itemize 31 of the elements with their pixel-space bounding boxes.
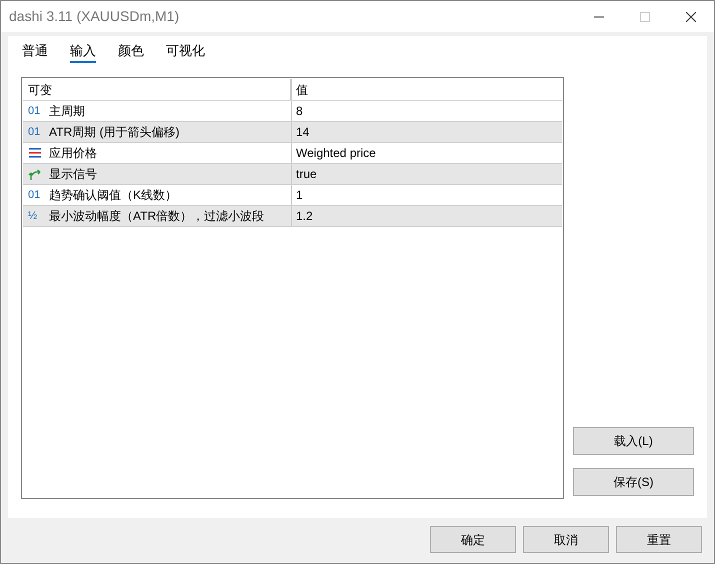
column-header: 值 [295,82,309,98]
parameter-name: 最小波动幅度（ATR倍数），过滤小波段 [49,208,264,225]
parameter-value[interactable]: 1.2 [292,206,562,226]
parameter-name: 趋势确认阈值（K线数） [49,187,178,204]
parameter-name: 应用价格 [49,145,97,162]
number-type-icon: 01 [28,106,42,116]
branch-arrow-icon [28,167,42,181]
number-type-icon: 01 [28,190,42,200]
tab[interactable]: 颜色 [118,41,144,63]
maximize-icon [640,12,650,22]
parameter-name: 显示信号 [49,166,97,183]
side-button[interactable]: 载入(L) [573,427,694,455]
number-type-icon: 01 [28,126,42,138]
parameter-value[interactable]: 8 [292,101,562,121]
parameter-name: ATR周期 (用于箭头偏移) [49,124,180,141]
number-type-icon: ½ [28,210,42,222]
parameter-value[interactable]: Weighted price [292,143,562,163]
side-button[interactable]: 保存(S) [573,468,694,496]
tab[interactable]: 可视化 [166,41,205,63]
dialog-button[interactable]: 重置 [616,526,702,553]
dialog-button[interactable]: 取消 [523,526,609,553]
parameter-value[interactable]: true [292,164,562,184]
parameter-name: 主周期 [49,103,85,120]
close-icon [686,12,696,22]
tab[interactable]: 输入 [70,41,96,63]
window-title: dashi 3.11 (XAUUSDm,M1) [9,7,180,26]
parameter-value[interactable]: 1 [292,185,562,205]
parameter-value[interactable]: 14 [292,122,562,142]
dialog-button[interactable]: 确定 [430,526,516,553]
tab[interactable]: 普通 [22,41,48,63]
list-icon [28,147,42,159]
